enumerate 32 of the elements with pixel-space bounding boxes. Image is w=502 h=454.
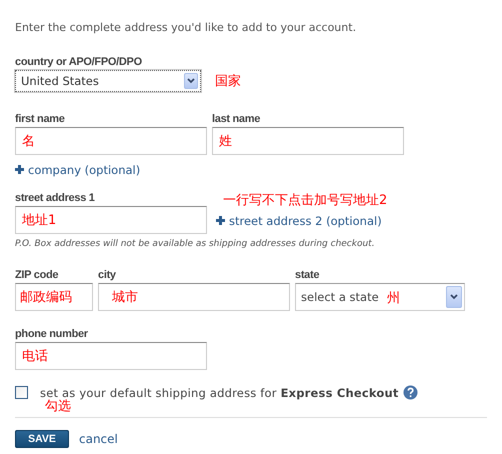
first-name-field[interactable]: 名 <box>15 127 207 155</box>
annotation-text: 一行写不下点击加号写地址2 <box>223 192 388 209</box>
zip-code-field[interactable]: 邮政编码 <box>15 283 93 311</box>
last-name-field[interactable]: 姓 <box>212 127 404 155</box>
field-label: first name <box>15 113 65 126</box>
annotation-text: 州 <box>387 290 400 307</box>
phone-number-field[interactable]: 电话 <box>15 342 207 370</box>
annotation-text: 勾选 <box>45 400 72 413</box>
company-link[interactable]: company (optional) <box>15 162 140 176</box>
intro-text: Enter the complete address you'd like to add to your account. <box>15 21 358 34</box>
field-label: street address 1 <box>15 192 95 205</box>
save-button[interactable]: SAVE <box>15 430 69 448</box>
field-label: state <box>295 269 320 282</box>
field-label: phone number <box>15 328 88 341</box>
plus-icon <box>15 165 24 174</box>
cancel-link[interactable]: cancel <box>79 432 118 446</box>
plus-icon <box>216 216 225 225</box>
default-address-checkbox[interactable] <box>15 386 28 399</box>
field-label: country or APO/FPO/DPO <box>15 56 142 69</box>
city-field[interactable]: 城市 <box>98 283 290 311</box>
caret-icon <box>187 78 195 84</box>
caret-icon <box>450 294 458 300</box>
field-label: ZIP code <box>15 269 58 282</box>
checkbox-label: set as your default shipping address for Express Checkout <box>40 386 399 400</box>
po-box-note: P.O. Box addresses will not be available as shipping addresses during checkout. <box>15 239 376 249</box>
street-address-2-link[interactable]: street address 2 (optional) <box>216 214 382 228</box>
field-label: city <box>98 269 116 282</box>
help-icon[interactable] <box>402 385 418 400</box>
country-select[interactable]: United States <box>15 70 201 92</box>
street-address-field[interactable]: 地址1 <box>15 206 207 234</box>
field-label: last name <box>212 113 260 126</box>
annotation-text: 国家 <box>215 73 241 90</box>
